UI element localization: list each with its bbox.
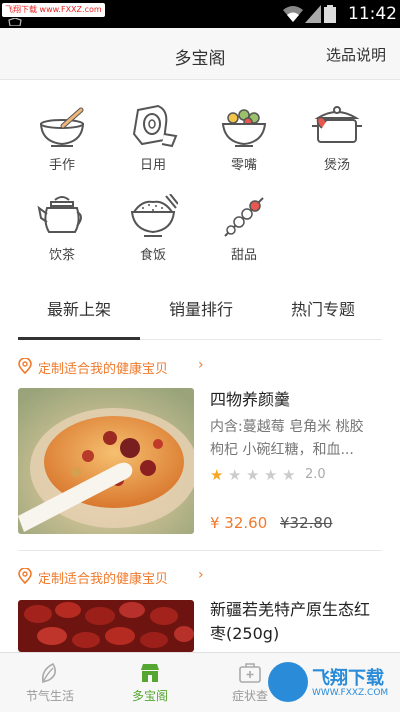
nav-label: 节气生活 <box>25 689 74 703</box>
star-icon: ★ <box>228 466 242 484</box>
category-label: 煲汤 <box>323 158 350 173</box>
battery-icon <box>324 5 336 23</box>
teapot-icon <box>37 196 82 233</box>
star-icon: ★ <box>246 466 260 484</box>
star-icon: ★ <box>282 466 296 484</box>
selection-info-link[interactable]: 选品说明 <box>326 44 386 65</box>
tab-newest[interactable]: 最新上架 <box>18 284 140 340</box>
watermark-text: 飞翔下载 www.FXXZ.com <box>2 3 105 17</box>
category-snacks[interactable]: 零嘴 <box>209 104 279 173</box>
star-icon: ★ <box>210 466 224 484</box>
nav-duobaoge[interactable]: 多宝阁 <box>100 653 200 712</box>
tab-sales-ranking[interactable]: 销量排行 <box>140 284 262 339</box>
category-label: 饮茶 <box>48 248 75 263</box>
mortar-icon <box>39 107 85 147</box>
header-bar: 多宝阁 选品说明 <box>0 28 400 80</box>
clock: 11:42 <box>348 4 397 24</box>
product-description: 内含:蔓越莓 皂角米 桃胶 枸杞 小碗红糖，和血... <box>210 419 364 458</box>
skewer-icon <box>224 197 264 237</box>
promo-text: 定制适合我的健康宝贝 <box>38 572 169 587</box>
signal-icon <box>305 5 321 23</box>
product-image[interactable] <box>18 388 194 534</box>
watermark-logo: 飞翔下载 WWW.FXXZ.COM <box>268 662 398 706</box>
tab-hot-topics[interactable]: 热门专题 <box>262 284 384 339</box>
divider <box>18 550 382 551</box>
product-name[interactable]: 新疆若羌特产原生态红枣(250g) <box>210 598 382 646</box>
category-daily[interactable]: 日用 <box>118 104 188 173</box>
tissue-roll-icon <box>132 104 178 148</box>
product-tabs: 最新上架 销量排行 热门专题 <box>18 284 382 340</box>
chevron-right-icon: › <box>198 357 204 373</box>
current-price: ¥ 32.60 <box>210 514 268 532</box>
leaf-icon <box>41 662 57 684</box>
category-tea[interactable]: 饮茶 <box>27 194 97 263</box>
location-pin-icon <box>18 358 32 374</box>
logo-circle <box>268 662 308 702</box>
category-handmade[interactable]: 手作 <box>27 104 97 173</box>
logo-url: WWW.FXXZ.COM <box>312 688 389 698</box>
rating-value: 2.0 <box>305 467 326 482</box>
original-price: ¥32.80 <box>280 514 333 532</box>
category-label: 日用 <box>139 158 166 173</box>
nav-solar-terms[interactable]: 节气生活 <box>0 653 100 712</box>
product-name[interactable]: 四物养颜羹 <box>210 388 382 412</box>
location-pin-icon <box>18 568 32 584</box>
snack-bowl-icon <box>221 109 267 147</box>
soup-pot-icon <box>312 106 362 143</box>
shield-icon <box>8 18 22 26</box>
promo-text: 定制适合我的健康宝贝 <box>38 362 169 377</box>
store-icon <box>141 664 159 682</box>
category-label: 食饭 <box>139 248 166 263</box>
status-bar: 飞翔下载 www.FXXZ.com 11:42 <box>0 0 400 28</box>
medical-kit-icon <box>239 663 261 683</box>
product-image[interactable] <box>18 600 194 652</box>
category-soup[interactable]: 煲汤 <box>302 104 372 173</box>
rice-bowl-icon <box>130 194 178 237</box>
category-label: 手作 <box>48 158 75 173</box>
category-meal[interactable]: 食饭 <box>118 194 188 263</box>
chevron-right-icon: › <box>198 567 204 583</box>
category-dessert[interactable]: 甜品 <box>209 194 279 263</box>
nav-label: 多宝阁 <box>131 689 168 703</box>
category-label: 零嘴 <box>230 158 257 173</box>
category-label: 甜品 <box>230 248 257 263</box>
star-icon: ★ <box>264 466 278 484</box>
logo-name: 飞翔下载 <box>312 668 384 689</box>
wifi-icon <box>283 6 303 22</box>
